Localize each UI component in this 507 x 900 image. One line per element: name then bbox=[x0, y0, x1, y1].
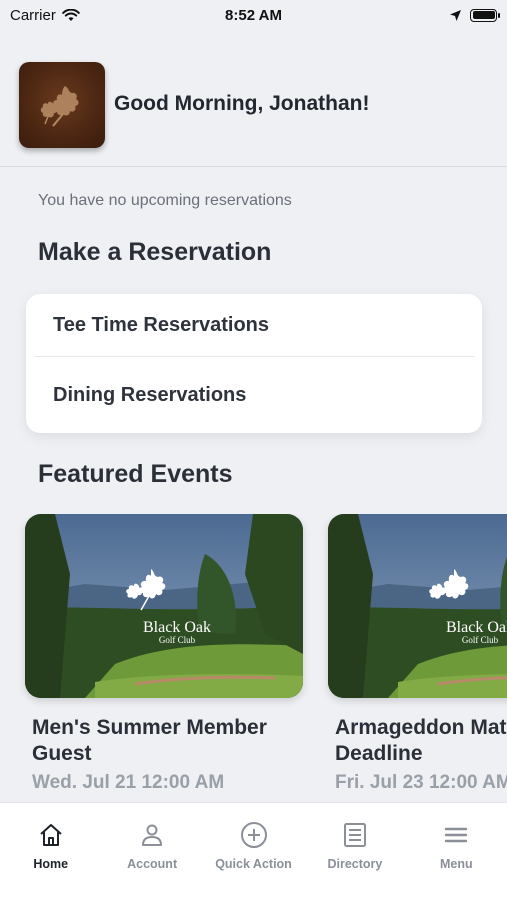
event-card[interactable]: Black Oak Golf Club Armageddon Match Dea… bbox=[328, 514, 507, 794]
header: Good Morning, Jonathan! bbox=[0, 50, 507, 167]
dining-reservations-button[interactable]: Dining Reservations bbox=[26, 364, 482, 426]
reservation-card: Tee Time Reservations Dining Reservation… bbox=[26, 294, 482, 433]
tab-home-label: Home bbox=[33, 857, 69, 871]
status-right bbox=[449, 8, 500, 22]
status-left: Carrier bbox=[10, 7, 80, 24]
battery-icon bbox=[470, 8, 500, 22]
no-reservations-message: You have no upcoming reservations bbox=[38, 192, 292, 209]
featured-events-carousel[interactable]: Black Oak Golf Club Men's Summer Member … bbox=[0, 514, 507, 804]
event-title[interactable]: Armageddon Match Deadline bbox=[335, 715, 507, 767]
carrier-label: Carrier bbox=[10, 6, 56, 24]
event-image[interactable]: Black Oak Golf Club bbox=[25, 514, 303, 698]
tab-bar: Home Account Quick Action Directory Menu bbox=[0, 802, 507, 900]
event-image[interactable]: Black Oak Golf Club bbox=[328, 514, 507, 698]
tab-menu-label: Menu bbox=[440, 857, 473, 871]
event-logo-sub: Golf Club bbox=[462, 635, 499, 645]
golf-course-photo: Black Oak Golf Club bbox=[25, 514, 303, 698]
event-logo-name: Black Oak bbox=[446, 619, 507, 636]
tab-menu[interactable]: Menu bbox=[406, 803, 507, 900]
tab-directory[interactable]: Directory bbox=[304, 803, 405, 900]
directory-icon bbox=[341, 821, 369, 849]
divider bbox=[34, 356, 474, 357]
tab-directory-label: Directory bbox=[327, 857, 383, 871]
tab-home[interactable]: Home bbox=[0, 803, 101, 900]
event-date: Wed. Jul 21 12:00 AM bbox=[32, 772, 225, 793]
menu-icon bbox=[442, 821, 470, 849]
event-logo-name: Black Oak bbox=[143, 619, 211, 636]
wifi-icon bbox=[62, 8, 80, 21]
event-logo-sub: Golf Club bbox=[159, 635, 196, 645]
dining-label: Dining Reservations bbox=[53, 383, 247, 406]
home-icon bbox=[37, 821, 65, 849]
status-bar: Carrier 8:52 AM bbox=[0, 0, 507, 30]
tab-quick-action[interactable]: Quick Action bbox=[203, 803, 304, 900]
plus-circle-icon bbox=[240, 821, 268, 849]
make-reservation-title: Make a Reservation bbox=[38, 238, 272, 266]
account-icon bbox=[138, 821, 166, 849]
event-card[interactable]: Black Oak Golf Club Men's Summer Member … bbox=[25, 514, 303, 794]
event-date: Fri. Jul 23 12:00 AM bbox=[335, 772, 507, 793]
club-logo bbox=[19, 62, 105, 148]
tee-time-reservations-button[interactable]: Tee Time Reservations bbox=[26, 294, 482, 356]
golf-course-photo: Black Oak Golf Club bbox=[328, 514, 507, 698]
greeting-text: Good Morning, Jonathan! bbox=[114, 92, 370, 115]
oak-leaf-icon bbox=[40, 86, 79, 127]
tab-account-label: Account bbox=[127, 857, 178, 871]
tee-time-label: Tee Time Reservations bbox=[53, 313, 270, 336]
event-title[interactable]: Men's Summer Member Guest bbox=[32, 715, 312, 767]
location-arrow-icon bbox=[450, 9, 461, 21]
tab-quick-action-label: Quick Action bbox=[215, 857, 292, 871]
tab-account[interactable]: Account bbox=[101, 803, 202, 900]
featured-events-title: Featured Events bbox=[38, 460, 233, 488]
